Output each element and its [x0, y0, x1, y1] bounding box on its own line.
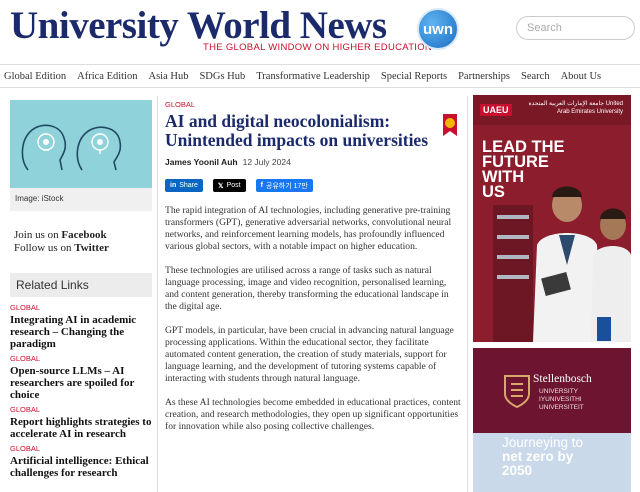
nav-transformative-leadership[interactable]: Transformative Leadership [256, 71, 370, 82]
share-bar: in Share 𝕏 Post f 공유하기 17만 [165, 179, 461, 192]
nav-about-us[interactable]: About Us [561, 71, 602, 82]
uaeu-advert[interactable]: UAEU جامعة الإمارات العربية المتحدة Unit… [473, 95, 631, 342]
slogan-line: 2050 [502, 463, 533, 478]
author-name[interactable]: James Yoonil Auh [165, 157, 238, 167]
uaeu-headline: LEAD THE FUTURE WITH US [482, 138, 565, 201]
related-link[interactable]: GLOBAL Artificial intelligence: Ethical … [10, 444, 152, 479]
nav-global-edition[interactable]: Global Edition [4, 71, 66, 82]
related-link-title[interactable]: Open-source LLMs – AI researchers are sp… [10, 365, 152, 401]
follow-twitter-line: Follow us on Twitter [14, 242, 152, 255]
uwn-logo-icon[interactable]: uwn [417, 8, 459, 50]
related-link[interactable]: GLOBAL Integrating AI in academic resear… [10, 303, 152, 350]
uaeu-logo: UAEU [480, 104, 512, 116]
article-paragraph: The rapid integration of AI technologies… [165, 205, 452, 252]
slogan-line: Journeying to [502, 435, 584, 450]
stellenbosch-crest-icon [504, 375, 530, 408]
byline: James Yoonil Auh 12 July 2024 [165, 157, 461, 167]
x-post-button[interactable]: 𝕏 Post [212, 179, 246, 192]
follow-prefix: Follow us on [14, 242, 75, 254]
students-illustration [493, 186, 631, 342]
article-paragraph: These technologies are utilised across a… [165, 265, 449, 312]
stellenbosch-slogan: Journeying to net zero by 2050 [502, 436, 583, 478]
publish-date: 12 July 2024 [242, 157, 291, 167]
article: GLOBAL AI and digital neocolonialism: Un… [165, 100, 461, 445]
related-link-title[interactable]: Integrating AI in academic research – Ch… [10, 314, 152, 350]
related-links-heading: Related Links [10, 273, 152, 297]
facebook-share-label: 공유하기 17만 [265, 182, 308, 190]
facebook-link[interactable]: Facebook [61, 229, 106, 241]
slogan-line: net zero by [502, 449, 574, 464]
related-link-tag: GLOBAL [10, 354, 41, 363]
related-link-title[interactable]: Report highlights strategies to accelera… [10, 416, 152, 440]
stellenbosch-subtitle: UNIVERSITY IYUNIVESITHI UNIVERSITEIT [539, 388, 584, 411]
twitter-link[interactable]: Twitter [74, 242, 109, 254]
nav-special-reports[interactable]: Special Reports [381, 71, 447, 82]
related-link-tag: GLOBAL [10, 444, 41, 453]
stellenbosch-name: Stellenbosch [533, 373, 592, 385]
column-divider [157, 96, 158, 492]
related-link[interactable]: GLOBAL Report highlights strategies to a… [10, 405, 152, 440]
nav-asia-hub[interactable]: Asia Hub [148, 71, 188, 82]
nav-africa-edition[interactable]: Africa Edition [77, 71, 137, 82]
article-image [10, 100, 152, 188]
linkedin-share-label: Share [179, 182, 198, 189]
article-headline: AI and digital neocolonialism: Unintende… [165, 111, 429, 150]
facebook-icon: f [260, 182, 263, 189]
article-paragraph: GPT models, in particular, have been cru… [165, 325, 454, 384]
lightbulb-icon [37, 133, 109, 154]
x-post-label: Post [226, 182, 241, 189]
main-nav: Global Edition Africa Edition Asia Hub S… [0, 64, 640, 88]
masthead: University World News THE GLOBAL WINDOW … [0, 0, 640, 62]
related-link-tag: GLOBAL [10, 303, 41, 312]
nav-partnerships[interactable]: Partnerships [458, 71, 510, 82]
nav-sdgs-hub[interactable]: SDGs Hub [199, 71, 245, 82]
follow-prefix: Join us on [14, 229, 62, 241]
article-body: The rapid integration of AI technologies… [165, 205, 461, 433]
related-link-tag: GLOBAL [10, 405, 41, 414]
related-link-title[interactable]: Artificial intelligence: Ethical challen… [10, 455, 152, 479]
linkedin-icon: in [170, 182, 177, 189]
follow-facebook-line: Join us on Facebook [14, 229, 152, 242]
image-caption: Image: iStock [10, 188, 152, 211]
facebook-share-button[interactable]: f 공유하기 17만 [255, 179, 313, 192]
uaeu-name: جامعة الإمارات العربية المتحدة United Ar… [528, 101, 623, 115]
article-tag[interactable]: GLOBAL [165, 100, 461, 109]
bookmark-icon[interactable] [443, 114, 457, 136]
site-tagline: THE GLOBAL WINDOW ON HIGHER EDUCATION [203, 42, 433, 53]
left-sidebar: Image: iStock Join us on Facebook Follow… [10, 100, 152, 479]
column-divider [467, 96, 468, 492]
search-input[interactable] [516, 16, 635, 40]
linkedin-share-button[interactable]: in Share [165, 179, 203, 192]
follow-links: Join us on Facebook Follow us on Twitter [10, 229, 152, 255]
x-icon: 𝕏 [217, 182, 224, 190]
article-paragraph: As these AI technologies become embedded… [165, 397, 461, 432]
related-link[interactable]: GLOBAL Open-source LLMs – AI researchers… [10, 354, 152, 401]
stellenbosch-advert[interactable]: Stellenbosch UNIVERSITY IYUNIVESITHI UNI… [473, 348, 631, 492]
nav-search[interactable]: Search [521, 71, 550, 82]
